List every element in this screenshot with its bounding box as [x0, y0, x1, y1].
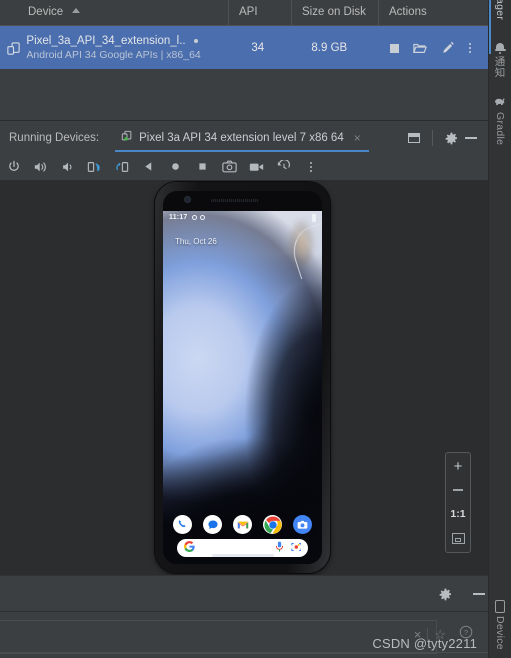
column-header-size-on-disk[interactable]: Size on Disk: [291, 0, 378, 25]
sidebar-item-notifications[interactable]: 通知: [489, 42, 511, 78]
column-header-device[interactable]: Device: [0, 0, 228, 25]
rotate-left-icon[interactable]: [87, 159, 102, 174]
zoom-in-button[interactable]: +: [447, 458, 469, 474]
running-devices-label: Running Devices:: [9, 132, 100, 144]
device-running-icon: [121, 129, 133, 147]
record-icon[interactable]: [249, 159, 264, 174]
minimize-icon[interactable]: [461, 128, 481, 148]
column-header-api[interactable]: API: [228, 0, 291, 25]
device-table-header: Device API Size on Disk Actions: [0, 0, 489, 26]
screenshot-icon[interactable]: [222, 159, 237, 174]
rotate-right-icon[interactable]: [114, 159, 129, 174]
device-running-dot: [194, 39, 199, 43]
device-actions-cell: [384, 26, 489, 70]
running-devices-bar: Running Devices: Pixel 3a API 34 extensi…: [0, 124, 489, 152]
sidebar-item-label: Device: [494, 616, 506, 650]
window-icon[interactable]: [404, 128, 424, 148]
tab-running-device[interactable]: Pixel 3a API 34 extension level 7 x86 64…: [115, 124, 369, 152]
emulator-canvas[interactable]: 11:17 Thu, Oct 26 + 1:1: [0, 180, 489, 575]
bottom-tool-bar: [0, 575, 499, 612]
status-bar-right-icons: [312, 213, 316, 222]
sidebar-item-label: Gradle: [494, 112, 506, 146]
zoom-controls: + 1:1: [445, 452, 471, 553]
status-bar-left-icons: [191, 215, 205, 220]
device-icon: [495, 600, 505, 613]
power-icon[interactable]: [6, 159, 21, 174]
device-table-empty-area: [0, 69, 489, 121]
status-bar: 11:17: [163, 211, 322, 224]
battery-icon: [312, 213, 316, 222]
circle-icon: [199, 215, 205, 220]
messages-app-icon[interactable]: [203, 515, 222, 534]
chrome-app-icon[interactable]: [263, 515, 282, 534]
gmail-app-icon[interactable]: [233, 515, 252, 534]
camera-app-icon[interactable]: [293, 515, 312, 534]
google-lens-icon[interactable]: [291, 539, 302, 557]
device-subtitle: Android API 34 Google APIs | x86_64: [26, 49, 201, 61]
bottom-panel-divider: [0, 652, 489, 653]
virtual-device-icon: [0, 26, 26, 70]
table-row[interactable]: Pixel_3a_API_34_extension_l... Android A…: [0, 26, 489, 70]
device-name-cell: Pixel_3a_API_34_extension_l... Android A…: [26, 26, 241, 70]
date-widget[interactable]: Thu, Oct 26: [175, 237, 217, 246]
device-api-level: 34: [251, 42, 265, 54]
volume-up-icon[interactable]: [33, 159, 48, 174]
more-actions-icon[interactable]: [469, 43, 471, 53]
sidebar-item-label: ager: [494, 0, 506, 21]
sidebar-item-gradle[interactable]: Gradle: [489, 96, 511, 145]
settings-gear-icon[interactable]: [435, 584, 455, 604]
front-camera-icon: [185, 197, 190, 202]
right-tool-sidebar: ager 通知 Gradle Device: [488, 0, 511, 658]
sidebar-item-label: 通知: [493, 56, 506, 78]
back-icon[interactable]: [141, 159, 156, 174]
google-g-icon: [184, 541, 195, 555]
sort-ascending-icon: [72, 8, 81, 13]
app-dock: [163, 515, 322, 534]
minimize-icon[interactable]: [469, 584, 489, 604]
bell-icon: [494, 42, 506, 54]
settings-gear-icon[interactable]: [441, 128, 461, 148]
close-icon[interactable]: ×: [354, 131, 361, 145]
edit-icon[interactable]: [441, 41, 455, 55]
sidebar-item-device-file-explorer[interactable]: Device: [489, 600, 511, 650]
folder-icon[interactable]: [413, 42, 427, 54]
emulator-toolbar: [0, 153, 495, 181]
android-studio-window: Device API Size on Disk Actions Pixel_3a…: [0, 0, 511, 658]
overview-icon[interactable]: [195, 159, 210, 174]
device-screen[interactable]: 11:17 Thu, Oct 26: [163, 211, 322, 564]
volume-down-icon[interactable]: [60, 159, 75, 174]
earpiece-speaker: [211, 199, 259, 202]
stop-icon[interactable]: [390, 43, 399, 53]
emulator-device-frame: 11:17 Thu, Oct 26: [155, 182, 330, 573]
gradle-elephant-icon: [494, 96, 507, 109]
microphone-icon[interactable]: [275, 539, 284, 557]
device-name: Pixel_3a_API_34_extension_l...: [26, 35, 187, 47]
column-header-actions: Actions: [378, 0, 489, 25]
status-bar-time: 11:17: [169, 214, 188, 221]
device-bezel: 11:17 Thu, Oct 26: [163, 191, 322, 564]
zoom-out-button[interactable]: [447, 482, 469, 498]
sidebar-item-device-manager[interactable]: ager: [489, 0, 511, 20]
watermark: CSDN @tyty2211: [372, 636, 477, 651]
tab-title: Pixel 3a API 34 extension level 7 x86 64: [139, 132, 344, 144]
running-devices-window-controls: [404, 128, 489, 148]
bottom-panel: × ☆ ? CSDN @tyty2211: [0, 611, 489, 658]
phone-app-icon[interactable]: [173, 515, 192, 534]
device-size-on-disk: 8.9 GB: [311, 42, 348, 54]
home-icon[interactable]: [168, 159, 183, 174]
circle-icon: [191, 215, 197, 220]
column-header-device-label: Device: [28, 6, 64, 18]
home-indicator: [211, 554, 274, 557]
fit-screen-icon[interactable]: [447, 530, 469, 546]
history-icon[interactable]: [276, 159, 291, 174]
more-icon[interactable]: [303, 159, 318, 174]
device-manager-panel: Device API Size on Disk Actions Pixel_3a…: [0, 0, 489, 121]
actual-size-button[interactable]: 1:1: [447, 506, 469, 522]
